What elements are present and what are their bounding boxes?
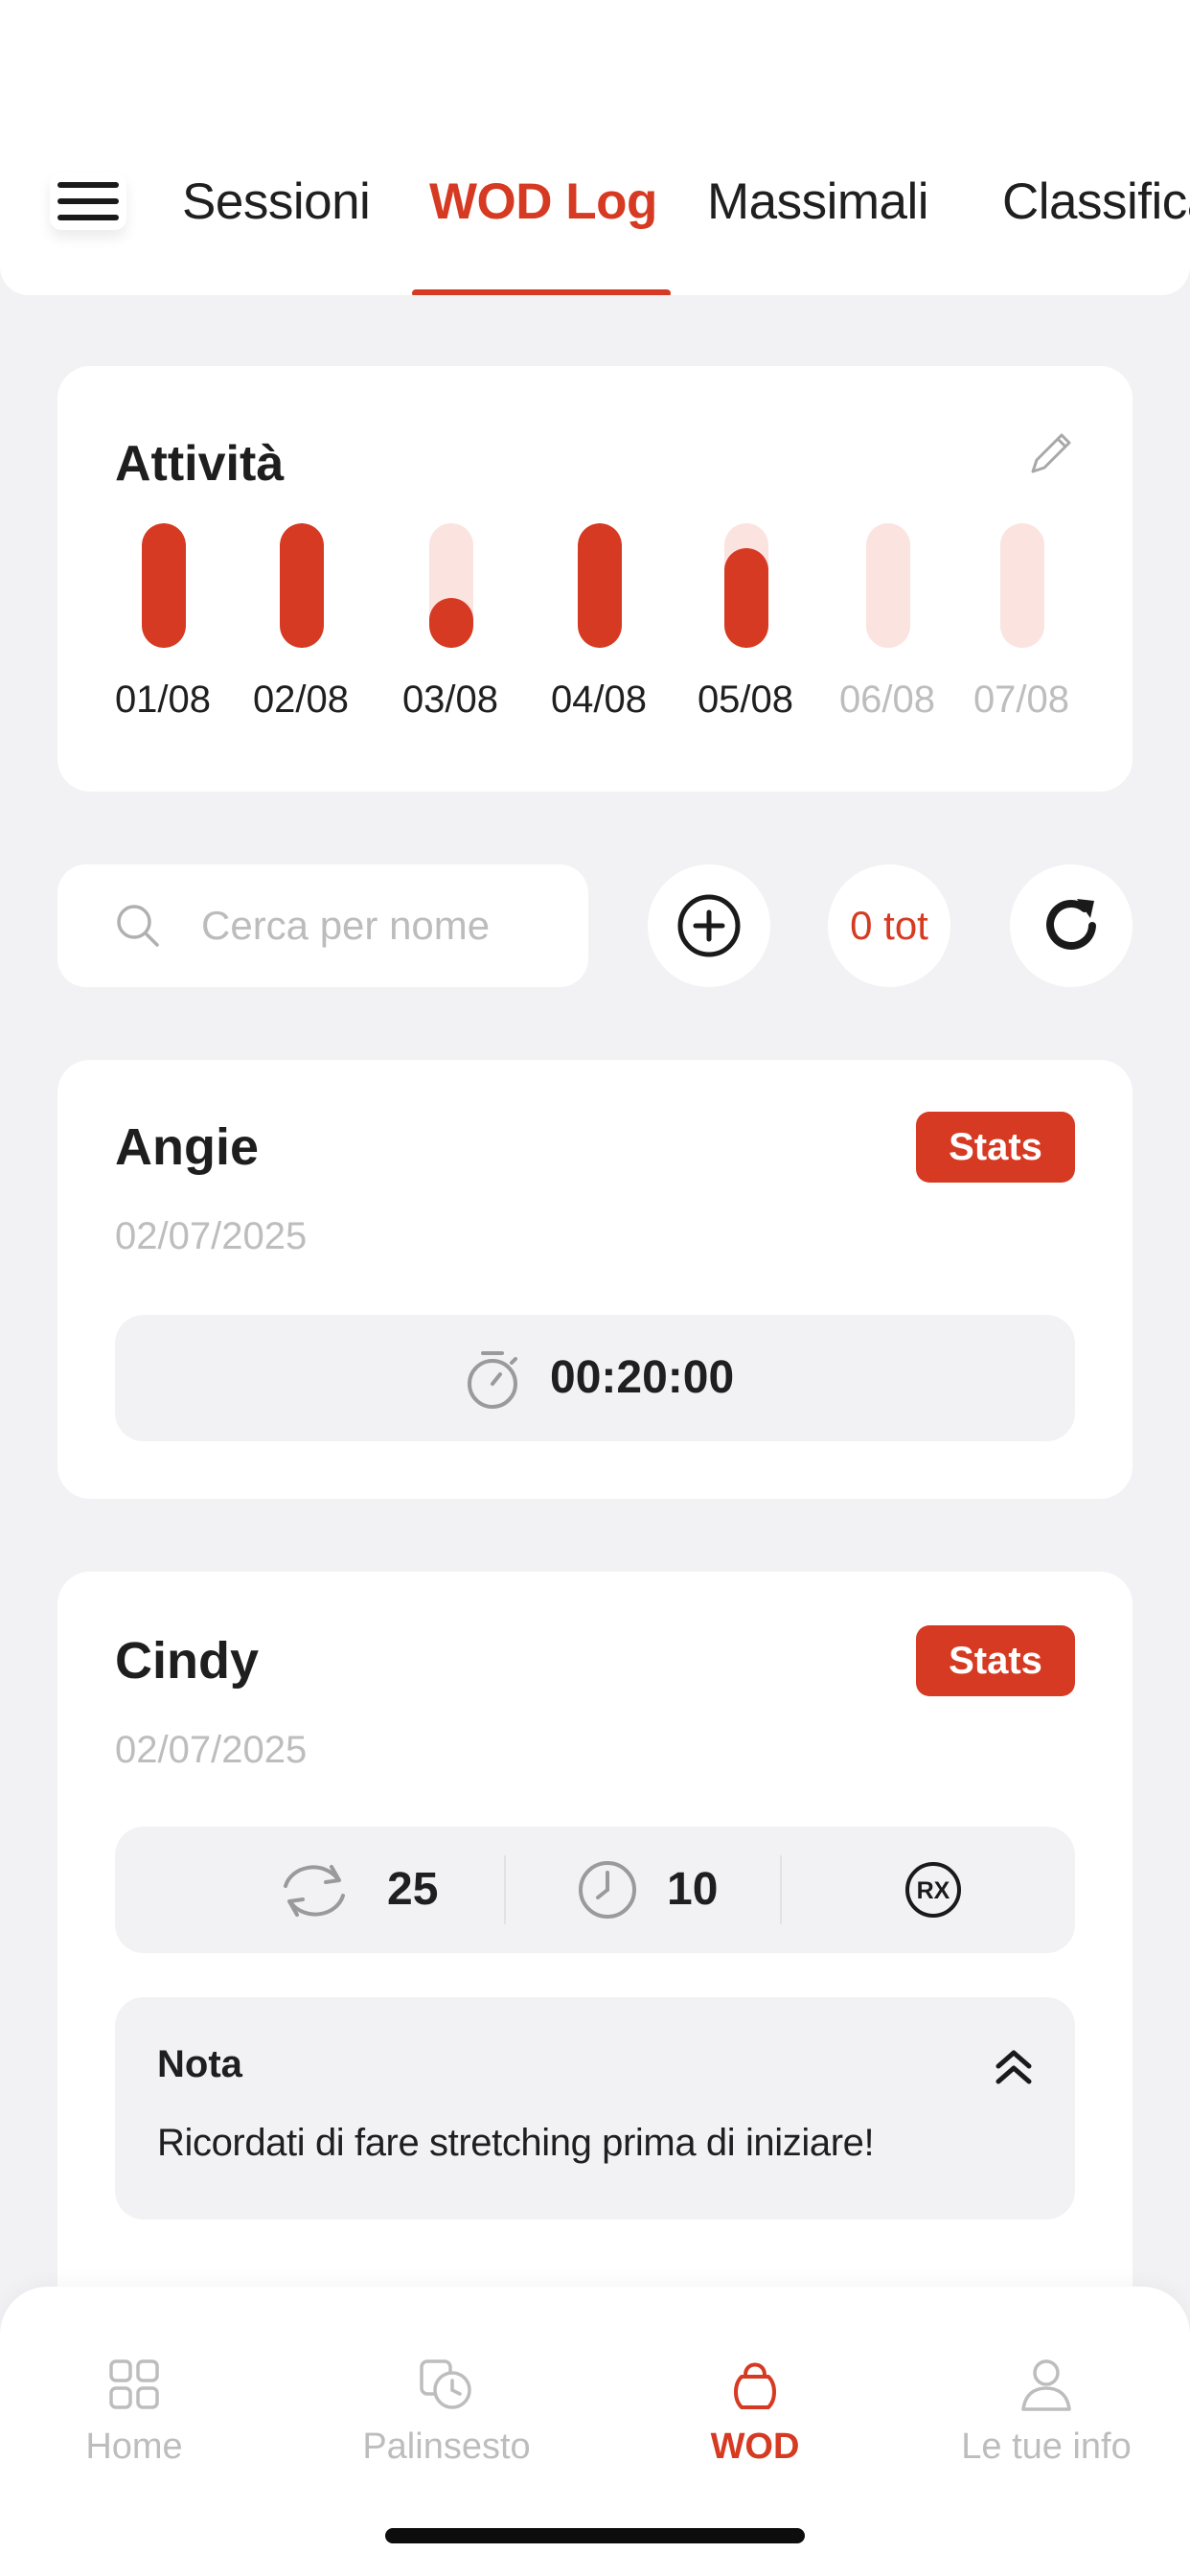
note-box: Nota Ricordati di fare stretching prima … xyxy=(115,1997,1075,2220)
activity-bar-track xyxy=(280,523,324,648)
add-wod-button[interactable] xyxy=(648,864,770,987)
pencil-icon[interactable] xyxy=(1019,424,1081,485)
nav-label: Palinsesto xyxy=(362,2426,531,2467)
nav-item-palinsesto[interactable]: Palinsesto xyxy=(322,2354,571,2468)
rx-badge-label: RX xyxy=(917,1877,950,1904)
activity-day-label: 03/08 xyxy=(401,678,499,721)
nav-item-home[interactable]: Home xyxy=(10,2354,259,2468)
activity-bar-track xyxy=(866,523,910,648)
note-title: Nota xyxy=(157,2043,242,2085)
wod-result-pill: 00:20:00 xyxy=(115,1315,1075,1441)
nav-item-wod[interactable]: WOD xyxy=(630,2354,880,2468)
stats-button[interactable]: Stats xyxy=(916,1112,1075,1183)
activity-day-label: 01/08 xyxy=(114,678,212,721)
divider xyxy=(780,1855,782,1924)
activity-day-label: 07/08 xyxy=(973,678,1070,721)
wod-date: 02/07/2025 xyxy=(115,1215,308,1257)
clock-icon xyxy=(579,1861,636,1919)
rounds-icon xyxy=(284,1865,345,1917)
activity-title: Attività xyxy=(115,436,285,492)
note-text: Ricordati di fare stretching prima di in… xyxy=(157,2122,875,2164)
wod-result-pill: 25 10 RX xyxy=(115,1827,1075,1953)
wod-date: 02/07/2025 xyxy=(115,1729,308,1771)
activity-bar-fill xyxy=(429,598,473,648)
wod-time-value: 00:20:00 xyxy=(550,1352,735,1403)
activity-bar-fill xyxy=(724,548,768,648)
activity-bar-track xyxy=(1000,523,1044,648)
activity-day-label: 06/08 xyxy=(838,678,936,721)
wod-name: Angie xyxy=(115,1118,260,1176)
activity-bar-fill xyxy=(142,523,186,648)
search-input[interactable] xyxy=(201,897,565,954)
user-icon xyxy=(1021,2359,1071,2411)
activity-bar-fill xyxy=(578,523,622,648)
wod-card-cindy[interactable]: Cindy Stats 02/07/2025 25 10 RX Nota Ric… xyxy=(57,1572,1133,2319)
activity-bar-track xyxy=(578,523,622,648)
nav-label: WOD xyxy=(710,2426,800,2467)
tab-wod-log[interactable]: WOD Log xyxy=(429,172,657,231)
grid-icon xyxy=(109,2359,159,2409)
activity-bar-track xyxy=(724,523,768,648)
plus-circle-icon xyxy=(677,894,741,957)
nav-item-le-tue-info[interactable]: Le tue info xyxy=(922,2354,1171,2468)
hamburger-menu-icon[interactable] xyxy=(50,172,126,230)
active-tab-indicator xyxy=(412,289,671,295)
refresh-button[interactable] xyxy=(1010,864,1133,987)
activity-bar-fill xyxy=(280,523,324,648)
kettlebell-icon xyxy=(734,2362,776,2409)
activity-day-label: 05/08 xyxy=(697,678,794,721)
nav-label: Le tue info xyxy=(961,2426,1132,2467)
activity-bar-track xyxy=(429,523,473,648)
rx-badge-icon: RX xyxy=(905,1862,961,1918)
top-tab-bar: Sessioni WOD Log Massimali Classifica xyxy=(0,0,1190,295)
home-indicator xyxy=(385,2528,805,2543)
nav-label: Home xyxy=(85,2426,183,2467)
chevron-double-up-icon[interactable] xyxy=(991,2043,1037,2089)
stopwatch-icon xyxy=(468,1351,517,1409)
wod-minutes-value: 10 xyxy=(667,1864,719,1915)
wod-name: Cindy xyxy=(115,1632,260,1690)
search-box[interactable] xyxy=(57,864,588,987)
wod-card-angie[interactable]: Angie Stats 02/07/2025 00:20:00 xyxy=(57,1060,1133,1499)
search-icon xyxy=(117,905,159,947)
activity-card: Attività 01/08 02/08 03/08 04/08 05/08 06/08 0… xyxy=(57,366,1133,792)
total-count-label: 0 tot xyxy=(850,903,928,948)
tab-sessioni[interactable]: Sessioni xyxy=(182,172,371,231)
wod-rounds-value: 25 xyxy=(387,1864,439,1915)
activity-day-label: 02/08 xyxy=(252,678,350,721)
activity-day-label: 04/08 xyxy=(550,678,648,721)
schedule-icon xyxy=(420,2359,471,2409)
refresh-icon xyxy=(1046,899,1096,950)
tab-classifica[interactable]: Classifica xyxy=(1002,172,1190,231)
total-count-badge: 0 tot xyxy=(828,864,950,987)
stats-button[interactable]: Stats xyxy=(916,1625,1075,1696)
tab-massimali[interactable]: Massimali xyxy=(707,172,929,231)
divider xyxy=(504,1855,506,1924)
activity-bar-track xyxy=(142,523,186,648)
